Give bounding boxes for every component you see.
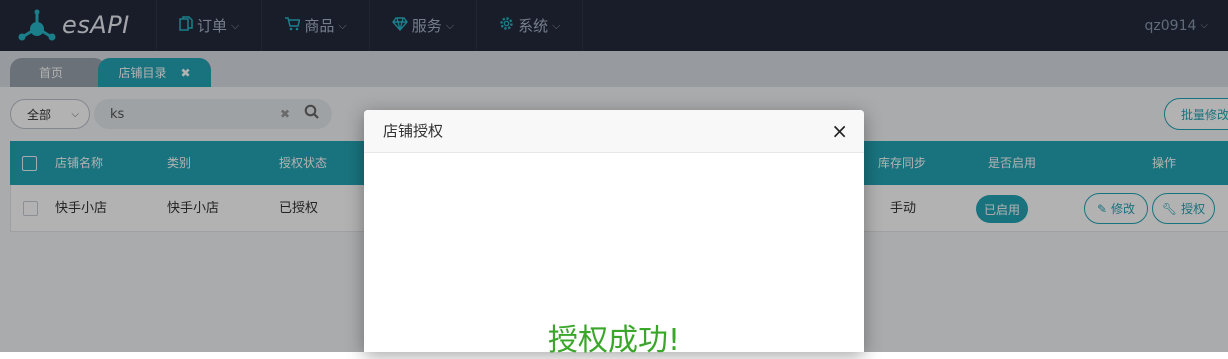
success-message: 授权成功! <box>547 323 681 358</box>
shop-authorization-dialog: 店铺授权 × 授权成功! <box>364 110 864 358</box>
dialog-header: 店铺授权 × <box>364 110 864 153</box>
close-icon[interactable]: × <box>831 120 848 142</box>
dialog-title: 店铺授权 <box>383 122 444 140</box>
